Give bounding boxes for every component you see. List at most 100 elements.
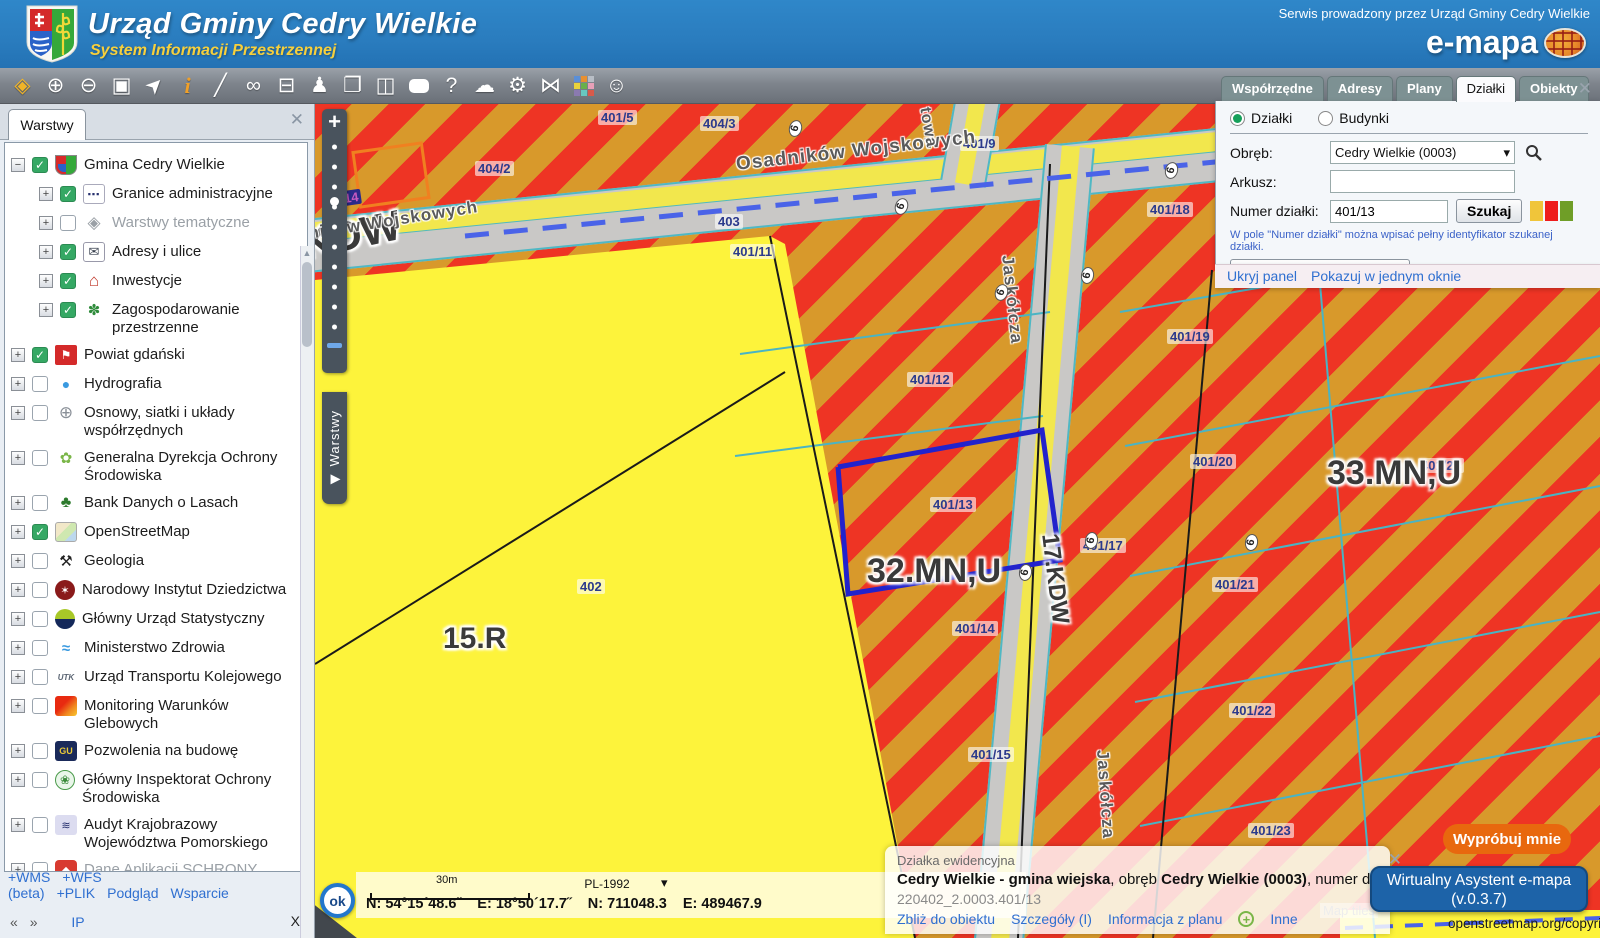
layer-checkbox[interactable]: ✓ xyxy=(32,524,48,540)
tab-plany[interactable]: Plany xyxy=(1396,76,1453,101)
expander-plus-icon[interactable]: + xyxy=(39,274,53,288)
assistant-button[interactable]: ☺ xyxy=(600,70,633,102)
footer-link[interactable]: +WMS xyxy=(8,869,50,885)
print-button[interactable]: ⊟ xyxy=(270,70,303,102)
legend-swatch[interactable] xyxy=(1530,201,1543,221)
expander-plus-icon[interactable]: + xyxy=(11,406,25,420)
tab-współrzędne[interactable]: Współrzędne xyxy=(1221,76,1324,101)
expander-plus-icon[interactable]: + xyxy=(39,245,53,259)
zoom-control[interactable]: + xyxy=(322,109,347,373)
layer-row[interactable]: +✶Narodowy Instytut Dziedzictwa xyxy=(5,576,307,605)
zoom-out-button[interactable] xyxy=(327,343,342,348)
compare-button[interactable]: ⋈ xyxy=(534,70,567,102)
layer-checkbox[interactable] xyxy=(32,582,48,598)
layer-row[interactable]: +●Hydrografia xyxy=(5,370,307,399)
footer-link[interactable]: Podgląd xyxy=(107,885,158,901)
info-button[interactable]: i xyxy=(171,70,204,102)
scroll-up-icon[interactable]: ▲ xyxy=(301,246,313,260)
tab-adresy[interactable]: Adresy xyxy=(1327,76,1393,101)
radio-budynki[interactable] xyxy=(1318,111,1333,126)
layer-row[interactable]: +Główny Urząd Statystyczny xyxy=(5,605,307,634)
layers-button[interactable]: ◈ xyxy=(6,70,39,102)
expander-plus-icon[interactable]: + xyxy=(39,216,53,230)
layer-checkbox[interactable] xyxy=(32,611,48,627)
layer-checkbox[interactable] xyxy=(32,698,48,714)
panel-link[interactable]: Pokazuj w jednym oknie xyxy=(1311,268,1461,284)
layer-row[interactable]: +❀Główny Inspektorat Ochrony Środowiska xyxy=(5,766,307,811)
expander-plus-icon[interactable]: + xyxy=(11,744,25,758)
expander-plus-icon[interactable]: + xyxy=(11,583,25,597)
measure-button[interactable]: ╱ xyxy=(204,70,237,102)
palette-button[interactable] xyxy=(567,70,600,102)
ok-button[interactable]: ok xyxy=(320,883,355,918)
select-area-button[interactable]: ▣ xyxy=(105,70,138,102)
page-prev-button[interactable]: « xyxy=(10,914,18,930)
expander-plus-icon[interactable]: + xyxy=(11,641,25,655)
layer-checkbox[interactable] xyxy=(32,669,48,685)
popup-link[interactable]: Inne xyxy=(1270,911,1297,927)
layer-row[interactable]: +✓⚑Powiat gdański xyxy=(5,341,307,370)
layer-row[interactable]: +✓▪▪▪Granice administracyjne xyxy=(5,180,307,209)
expander-plus-icon[interactable]: + xyxy=(11,670,25,684)
layer-row[interactable]: +✓⌂Inwestycje xyxy=(5,267,307,296)
virtual-assistant-button[interactable]: Wirtualny Asystent e-mapa (v.0.3.7) xyxy=(1370,866,1588,912)
panel-close-icon[interactable]: ✕ xyxy=(1578,79,1592,99)
layer-checkbox[interactable] xyxy=(32,405,48,421)
page-next-button[interactable]: » xyxy=(30,914,38,930)
layer-checkbox[interactable]: ✓ xyxy=(60,302,76,318)
expander-plus-icon[interactable]: + xyxy=(39,187,53,201)
layer-checkbox[interactable] xyxy=(32,640,48,656)
expander-minus-icon[interactable]: − xyxy=(11,158,25,172)
layer-checkbox[interactable]: ✓ xyxy=(60,244,76,260)
layer-row[interactable]: +✓OpenStreetMap xyxy=(5,518,307,547)
assistant-try-bubble[interactable]: Wypróbuj mnie xyxy=(1443,824,1571,854)
tab-działki[interactable]: Działki xyxy=(1456,76,1516,102)
crs-chevron-icon[interactable]: ▾ xyxy=(661,875,668,891)
expander-plus-icon[interactable]: + xyxy=(11,773,25,787)
layer-row[interactable]: +✿Generalna Dyrekcja Ochrony Środowiska xyxy=(5,444,307,489)
layer-row[interactable]: +GUPozwolenia na budowę xyxy=(5,737,307,766)
layout-button[interactable]: ◫ xyxy=(369,70,402,102)
layer-row[interactable]: +◈Warstwy tematyczne xyxy=(5,209,307,238)
layer-row[interactable]: +≈Ministerstwo Zdrowia xyxy=(5,634,307,663)
layer-row[interactable]: +✓✉Adresy i ulice xyxy=(5,238,307,267)
streetview-button[interactable]: ♟ xyxy=(303,70,336,102)
layer-row[interactable]: +⊕Osnowy, siatki i układy współrzędnych xyxy=(5,399,307,444)
arkusz-input[interactable] xyxy=(1330,170,1515,193)
cloud-button[interactable]: ☁ xyxy=(468,70,501,102)
layer-checkbox[interactable] xyxy=(32,495,48,511)
layer-checkbox[interactable]: ✓ xyxy=(32,347,48,363)
scrollbar-thumb[interactable] xyxy=(302,262,312,347)
expander-plus-icon[interactable]: + xyxy=(11,348,25,362)
sidebar-scrollbar[interactable]: ▲ ▼ xyxy=(300,246,313,938)
layer-row[interactable]: +UTKUrząd Transportu Kolejowego xyxy=(5,663,307,692)
popup-link[interactable]: Informacja z planu xyxy=(1108,911,1222,927)
settings-button[interactable]: ⚙ xyxy=(501,70,534,102)
tab-warstwy[interactable]: Warstwy xyxy=(8,109,86,140)
popup-link[interactable]: Zbliż do obiektu xyxy=(897,911,995,927)
obreb-select[interactable]: Cedry Wielkie (0003) ▾ xyxy=(1330,141,1515,164)
zoom-out-button[interactable]: ⊖ xyxy=(72,70,105,102)
panel-link[interactable]: Ukryj panel xyxy=(1227,268,1297,284)
chat-button[interactable] xyxy=(402,70,435,102)
help-button[interactable]: ? xyxy=(435,70,468,102)
legend-swatch[interactable] xyxy=(1545,201,1558,221)
layer-row[interactable]: +♣Bank Danych o Lasach xyxy=(5,489,307,518)
popup-link[interactable]: Szczegóły (I) xyxy=(1011,911,1092,927)
sidebar-close-icon[interactable]: ✕ xyxy=(290,110,304,130)
numer-dzialki-input[interactable] xyxy=(1330,200,1448,223)
zoom-slider-handle[interactable] xyxy=(330,197,339,206)
layer-row[interactable]: +Monitoring Warunków Glebowych xyxy=(5,692,307,737)
expander-plus-icon[interactable]: + xyxy=(11,612,25,626)
expander-plus-icon[interactable]: + xyxy=(11,451,25,465)
copy-window-button[interactable]: ❐ xyxy=(336,70,369,102)
layer-checkbox[interactable] xyxy=(32,743,48,759)
szukaj-button[interactable]: Szukaj xyxy=(1456,199,1522,223)
zoom-plus-icon[interactable]: + xyxy=(1238,911,1254,927)
layer-row[interactable]: +✓✽Zagospodarowanie przestrzenne xyxy=(5,296,307,341)
sidebar-bottom-close[interactable]: X xyxy=(291,913,300,929)
expander-plus-icon[interactable]: + xyxy=(11,699,25,713)
zoom-in-button[interactable]: ⊕ xyxy=(39,70,72,102)
layer-checkbox[interactable]: ✓ xyxy=(32,157,48,173)
layer-checkbox[interactable] xyxy=(32,553,48,569)
